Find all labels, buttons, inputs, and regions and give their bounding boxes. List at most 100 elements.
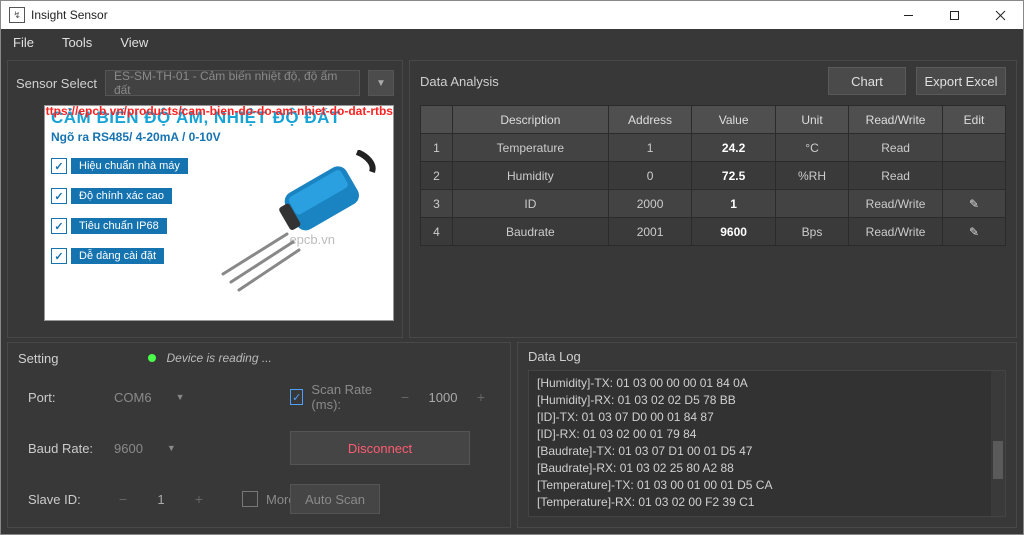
cell-rw: Read (849, 134, 942, 161)
cell-unit (776, 190, 848, 217)
baud-label: Baud Rate: (28, 441, 106, 456)
baud-select[interactable]: 9600▼ (114, 441, 234, 456)
chart-button[interactable]: Chart (828, 67, 906, 95)
pencil-icon[interactable]: ✎ (969, 225, 979, 239)
row-index: 1 (421, 134, 452, 161)
sensor-select-combo[interactable]: ES-SM-TH-01 - Cảm biến nhiệt độ, độ ẩm đ… (105, 70, 360, 96)
col-unit: Unit (776, 106, 848, 133)
cell-value: 24.2 (692, 134, 775, 161)
disconnect-button[interactable]: Disconnect (290, 431, 470, 465)
plus-icon[interactable]: + (472, 385, 490, 409)
scan-rate-checkbox[interactable]: ✓ (290, 389, 303, 405)
close-button[interactable] (977, 1, 1023, 29)
setting-title: Setting (18, 351, 58, 366)
cell-address: 1 (609, 134, 692, 161)
app-icon: ↯ (9, 7, 25, 23)
log-line: [Temperature]-TX: 01 03 00 01 00 01 D5 C… (537, 477, 997, 494)
scan-rate-label: Scan Rate (ms): (311, 382, 388, 412)
data-log-panel: Data Log [Humidity]-TX: 01 03 00 00 00 0… (517, 342, 1017, 528)
cell-value: 72.5 (692, 162, 775, 189)
cell-rw: Read/Write (849, 190, 942, 217)
data-analysis-panel: Data Analysis Chart Export Excel Descrip… (409, 60, 1017, 338)
col-rw: Read/Write (849, 106, 942, 133)
cell-address: 2000 (609, 190, 692, 217)
cell-rw: Read/Write (849, 218, 942, 245)
setting-panel: Setting Device is reading ... Port: COM6… (7, 342, 511, 528)
menu-bar: File Tools View (1, 29, 1023, 56)
feature-4: Dễ dàng cài đặt (71, 248, 164, 264)
data-table: Description Address Value Unit Read/Writ… (420, 105, 1006, 246)
pencil-icon[interactable]: ✎ (969, 197, 979, 211)
data-log-title: Data Log (518, 343, 1016, 370)
row-index: 2 (421, 162, 452, 189)
log-line: [Humidity]-RX: 01 03 02 02 D5 78 BB (537, 392, 997, 409)
menu-tools[interactable]: Tools (62, 35, 92, 50)
log-line: [ID]-TX: 01 03 07 D0 00 01 84 87 (537, 409, 997, 426)
row-index: 3 (421, 190, 452, 217)
port-label: Port: (28, 390, 106, 405)
cell-unit: %RH (776, 162, 848, 189)
maximize-button[interactable] (931, 1, 977, 29)
table-row: 1Temperature124.2°CRead (421, 134, 1005, 161)
minus-icon[interactable]: − (114, 487, 132, 511)
slave-id-label: Slave ID: (28, 492, 106, 507)
data-log-box[interactable]: [Humidity]-TX: 01 03 00 00 00 01 84 0A[H… (528, 370, 1006, 517)
log-line: [Temperature]-RX: 01 03 02 00 F2 39 C1 (537, 494, 997, 511)
log-line: [Baudrate]-RX: 01 03 02 25 80 A2 88 (537, 460, 997, 477)
log-line: [Baudrate]-TX: 01 03 07 D1 00 01 D5 47 (537, 443, 997, 460)
feature-1: Hiệu chuẩn nhà máy (71, 158, 188, 174)
cell-description: ID (453, 190, 608, 217)
title-bar: ↯ Insight Sensor (1, 1, 1023, 29)
cell-unit: °C (776, 134, 848, 161)
scrollbar[interactable] (991, 371, 1005, 516)
cell-description: Humidity (453, 162, 608, 189)
table-row: 2Humidity072.5%RHRead (421, 162, 1005, 189)
minimize-button[interactable] (885, 1, 931, 29)
auto-scan-button[interactable]: Auto Scan (290, 484, 380, 514)
port-select[interactable]: COM6▼ (114, 390, 234, 405)
feature-2: Độ chính xác cao (71, 188, 172, 204)
checkbox-empty-icon[interactable] (242, 491, 258, 507)
cell-address: 0 (609, 162, 692, 189)
sensor-select-dropdown-icon[interactable]: ▼ (368, 70, 394, 96)
col-value: Value (692, 106, 775, 133)
col-address: Address (609, 106, 692, 133)
row-index: 4 (421, 218, 452, 245)
cell-edit (943, 134, 1005, 161)
cell-edit (943, 162, 1005, 189)
table-row: 4Baudrate20019600BpsRead/Write✎ (421, 218, 1005, 245)
cell-value: 1 (692, 190, 775, 217)
cell-edit[interactable]: ✎ (943, 218, 1005, 245)
cell-edit[interactable]: ✎ (943, 190, 1005, 217)
col-description: Description (453, 106, 608, 133)
col-edit: Edit (943, 106, 1005, 133)
export-excel-button[interactable]: Export Excel (916, 67, 1006, 95)
status-text: Device is reading ... (166, 351, 271, 365)
log-line: [Humidity]-TX: 01 03 00 00 00 01 84 0A (537, 375, 997, 392)
table-row: 3ID20001 Read/Write ✎ (421, 190, 1005, 217)
minus-icon[interactable]: − (396, 385, 414, 409)
cell-description: Baudrate (453, 218, 608, 245)
cell-address: 2001 (609, 218, 692, 245)
cell-rw: Read (849, 162, 942, 189)
plus-icon[interactable]: + (190, 487, 208, 511)
status-led-icon (148, 354, 156, 362)
log-line: [ID]-RX: 01 03 02 00 01 79 84 (537, 426, 997, 443)
sensor-illustration (217, 150, 387, 300)
product-subtitle: Ngõ ra RS485/ 4-20mA / 0-10V (51, 130, 387, 144)
sensor-select-panel: Sensor Select ES-SM-TH-01 - Cảm biến nhi… (7, 60, 403, 338)
window-title: Insight Sensor (31, 8, 885, 22)
scan-rate-stepper[interactable]: − 1000 + (396, 385, 490, 409)
scrollbar-thumb[interactable] (993, 441, 1003, 479)
menu-view[interactable]: View (120, 35, 148, 50)
menu-file[interactable]: File (13, 35, 34, 50)
chevron-down-icon: ▼ (176, 392, 185, 402)
cell-description: Temperature (453, 134, 608, 161)
data-analysis-title: Data Analysis (420, 74, 828, 89)
slave-id-stepper[interactable]: − 1 + (114, 487, 234, 511)
product-image: tại: https://epcb.vn/products/cam-bien-d… (44, 105, 394, 321)
chevron-down-icon: ▼ (167, 443, 176, 453)
sensor-select-label: Sensor Select (16, 76, 97, 91)
cell-value: 9600 (692, 218, 775, 245)
product-url-text: tại: https://epcb.vn/products/cam-bien-d… (44, 105, 393, 118)
